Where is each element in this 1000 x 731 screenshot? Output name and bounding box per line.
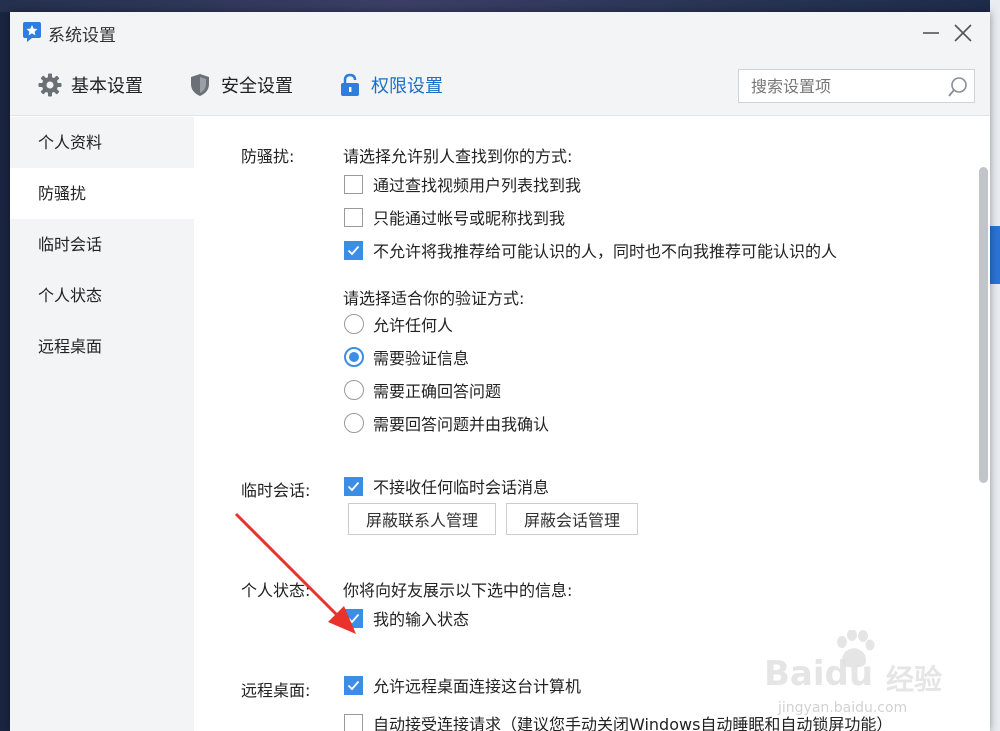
checkbox-label: 通过查找视频用户列表找到我: [373, 176, 582, 195]
radio-button[interactable]: [344, 380, 364, 400]
window-title: 系统设置: [48, 26, 116, 46]
content-scrollbar[interactable]: [977, 117, 990, 731]
temp-chat-label: 临时会话:: [241, 481, 311, 500]
close-icon[interactable]: [950, 20, 976, 46]
checkbox-label: 我的输入状态: [373, 610, 470, 629]
settings-sidebar: 个人资料 防骚扰 临时会话 个人状态 远程桌面: [10, 117, 194, 731]
checkbox-label: 不接收任何临时会话消息: [373, 478, 550, 497]
radio-button[interactable]: [344, 413, 364, 433]
status-label: 个人状态:: [241, 581, 311, 600]
checkmark-icon: [347, 680, 360, 690]
remote-desktop-label: 远程桌面:: [241, 681, 311, 700]
settings-window: 系统设置 基本设置 安全设置 权限设置 搜索设置项 个人资料 防骚扰 临时会话 …: [10, 12, 990, 731]
remote-allow-option[interactable]: 允许远程桌面连接这台计算机: [344, 673, 581, 697]
find-option-video-list[interactable]: 通过查找视频用户列表找到我: [344, 172, 581, 196]
sidebar-item-profile[interactable]: 个人资料: [10, 117, 194, 168]
checkbox-label: 允许远程桌面连接这台计算机: [373, 677, 582, 696]
checkmark-icon: [347, 481, 360, 491]
title-bar[interactable]: 系统设置: [10, 12, 990, 52]
sidebar-item-anti-harass[interactable]: 防骚扰: [10, 168, 194, 219]
checkbox[interactable]: [344, 713, 363, 731]
verify-option-answer-and-confirm[interactable]: 需要回答问题并由我确认: [344, 411, 549, 435]
tab-basic-settings-label: 基本设置: [71, 76, 143, 97]
checkbox[interactable]: [344, 476, 363, 496]
find-option-no-recommend[interactable]: 不允许将我推荐给可能认识的人，同时也不向我推荐可能认识的人: [344, 238, 837, 262]
status-prompt: 你将向好友展示以下选中的信息:: [343, 581, 573, 600]
scrollbar-thumb[interactable]: [979, 167, 988, 483]
tab-permission-settings-label: 权限设置: [371, 76, 443, 97]
radio-button[interactable]: [344, 347, 364, 367]
settings-search-box[interactable]: [738, 69, 975, 103]
gear-icon: [38, 73, 62, 97]
app-logo-icon: [23, 22, 41, 42]
shield-icon: [191, 74, 209, 96]
checkbox[interactable]: [344, 608, 363, 628]
remote-auto-accept-option[interactable]: 自动接受连接请求（建议您手动关闭Windows自动睡眠和自动锁屏功能）: [344, 711, 892, 731]
desktop-background-right: [990, 0, 1000, 731]
verify-option-correct-answer[interactable]: 需要正确回答问题: [344, 378, 501, 402]
checkbox[interactable]: [344, 174, 363, 194]
tab-basic-settings[interactable]: 基本设置: [37, 70, 143, 100]
sidebar-item-remote-desktop[interactable]: 远程桌面: [10, 321, 194, 372]
checkbox[interactable]: [344, 207, 363, 227]
settings-content: 防骚扰: 请选择允许别人查找到你的方式: 通过查找视频用户列表找到我 只能通过帐…: [194, 117, 990, 731]
checkmark-icon: [347, 613, 360, 623]
verify-option-verification-message[interactable]: 需要验证信息: [344, 345, 469, 369]
radio-label: 允许任何人: [373, 316, 454, 335]
minimize-icon[interactable]: [918, 20, 944, 46]
anti-harass-label: 防骚扰:: [241, 147, 295, 166]
find-method-prompt: 请选择允许别人查找到你的方式:: [343, 147, 573, 166]
checkbox[interactable]: [344, 240, 363, 260]
sidebar-item-status[interactable]: 个人状态: [10, 270, 194, 321]
temp-chat-reject-option[interactable]: 不接收任何临时会话消息: [344, 474, 549, 498]
blocked-contacts-button[interactable]: 屏蔽联系人管理: [348, 503, 496, 535]
radio-label: 需要回答问题并由我确认: [373, 415, 550, 434]
blocked-sessions-button[interactable]: 屏蔽会话管理: [506, 503, 638, 535]
find-option-account-only[interactable]: 只能通过帐号或昵称找到我: [344, 205, 565, 229]
checkbox-label: 只能通过帐号或昵称找到我: [373, 209, 566, 228]
settings-tabbar: 基本设置 安全设置 权限设置: [10, 52, 990, 116]
checkbox-label: 自动接受连接请求（建议您手动关闭Windows自动睡眠和自动锁屏功能）: [373, 715, 893, 731]
desktop-background: [0, 0, 1000, 12]
checkbox[interactable]: [344, 675, 363, 695]
checkbox-label: 不允许将我推荐给可能认识的人，同时也不向我推荐可能认识的人: [373, 242, 838, 261]
search-icon[interactable]: [947, 76, 969, 98]
desktop-band: [990, 226, 1000, 284]
sidebar-item-temp-chat[interactable]: 临时会话: [10, 219, 194, 270]
lock-icon: [341, 73, 359, 96]
tab-permission-settings[interactable]: 权限设置: [337, 70, 443, 100]
radio-label: 需要验证信息: [373, 349, 470, 368]
status-typing-option[interactable]: 我的输入状态: [344, 606, 469, 630]
verify-method-prompt: 请选择适合你的验证方式:: [343, 289, 525, 308]
checkmark-icon: [347, 245, 360, 255]
tab-security-settings[interactable]: 安全设置: [187, 70, 293, 100]
radio-button[interactable]: [344, 314, 364, 334]
radio-label: 需要正确回答问题: [373, 382, 502, 401]
tab-security-settings-label: 安全设置: [221, 76, 293, 97]
search-input[interactable]: [739, 70, 939, 102]
verify-option-anyone[interactable]: 允许任何人: [344, 312, 453, 336]
